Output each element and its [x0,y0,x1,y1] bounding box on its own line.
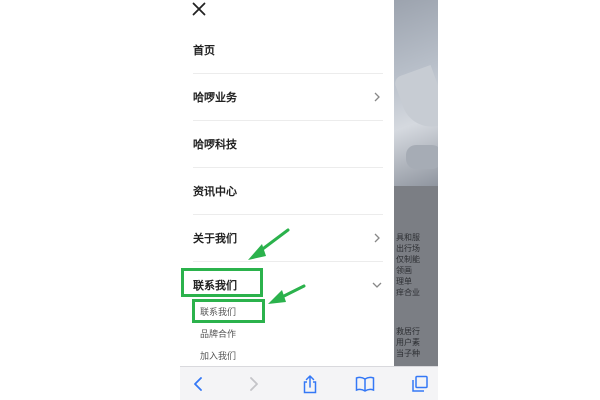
highlight-box [181,268,263,297]
background-text-line: 仅制能 [396,255,420,264]
phone-viewport: 具和服 出行场 仅制能 领画 理单 痒合业 救居行 用户素 当子种 首页 哈啰业… [180,0,438,400]
background-text-line: 具和服 [396,233,420,242]
background-hero-image [394,0,438,186]
screenshot-canvas: 具和服 出行场 仅制能 领画 理单 痒合业 救居行 用户素 当子种 首页 哈啰业… [0,0,600,400]
tabs-icon [412,375,428,392]
menu-item-home[interactable]: 首页 [193,27,383,74]
background-page-overlay[interactable]: 具和服 出行场 仅制能 领画 理单 痒合业 救居行 用户素 当子种 [394,0,438,400]
submenu-item-brand-cooperation[interactable]: 品牌合作 [200,327,236,340]
background-text-block: 救居行 用户素 当子种 [396,326,436,359]
back-button[interactable] [188,374,208,394]
background-text-block: 具和服 出行场 仅制能 领画 理单 痒合业 [396,232,436,298]
background-text-line: 用户素 [396,338,420,347]
back-icon [194,377,202,391]
forward-icon [250,377,258,391]
forward-button[interactable] [244,374,264,394]
menu-item-about-us[interactable]: 关于我们 [193,215,383,262]
hero-shape [394,64,438,136]
tabs-button[interactable] [410,374,430,394]
background-text-line: 出行场 [396,244,420,253]
chevron-down-icon [371,279,383,291]
bookmarks-icon [355,376,375,392]
share-icon [303,375,317,394]
background-text-line: 痒合业 [396,288,420,297]
hero-shape [406,145,438,169]
browser-toolbar [180,366,438,400]
background-text-line: 领画 [396,266,412,275]
chevron-right-icon [371,232,383,244]
menu-item-label: 资讯中心 [193,185,237,198]
submenu-item-join-us[interactable]: 加入我们 [200,349,236,362]
menu-item-business[interactable]: 哈啰业务 [193,74,383,121]
share-button[interactable] [300,374,320,394]
menu-item-news-center[interactable]: 资讯中心 [193,168,383,215]
background-text-line: 救居行 [396,327,420,336]
bookmarks-button[interactable] [355,374,375,394]
close-button[interactable] [189,0,209,18]
close-icon [192,2,206,16]
chevron-right-icon [371,91,383,103]
side-menu: 首页 哈啰业务 哈啰科技 资讯中心 关于我们 联系我们 联系我们 品牌合作 加入… [180,0,394,366]
menu-item-label: 关于我们 [193,232,237,245]
menu-item-label: 哈啰业务 [193,91,237,104]
menu-item-technology[interactable]: 哈啰科技 [193,121,383,168]
background-text-line: 理单 [396,277,412,286]
menu-item-label: 哈啰科技 [193,138,237,151]
background-text-line: 当子种 [396,349,420,358]
highlight-box [192,299,265,323]
menu-item-label: 首页 [193,44,215,57]
